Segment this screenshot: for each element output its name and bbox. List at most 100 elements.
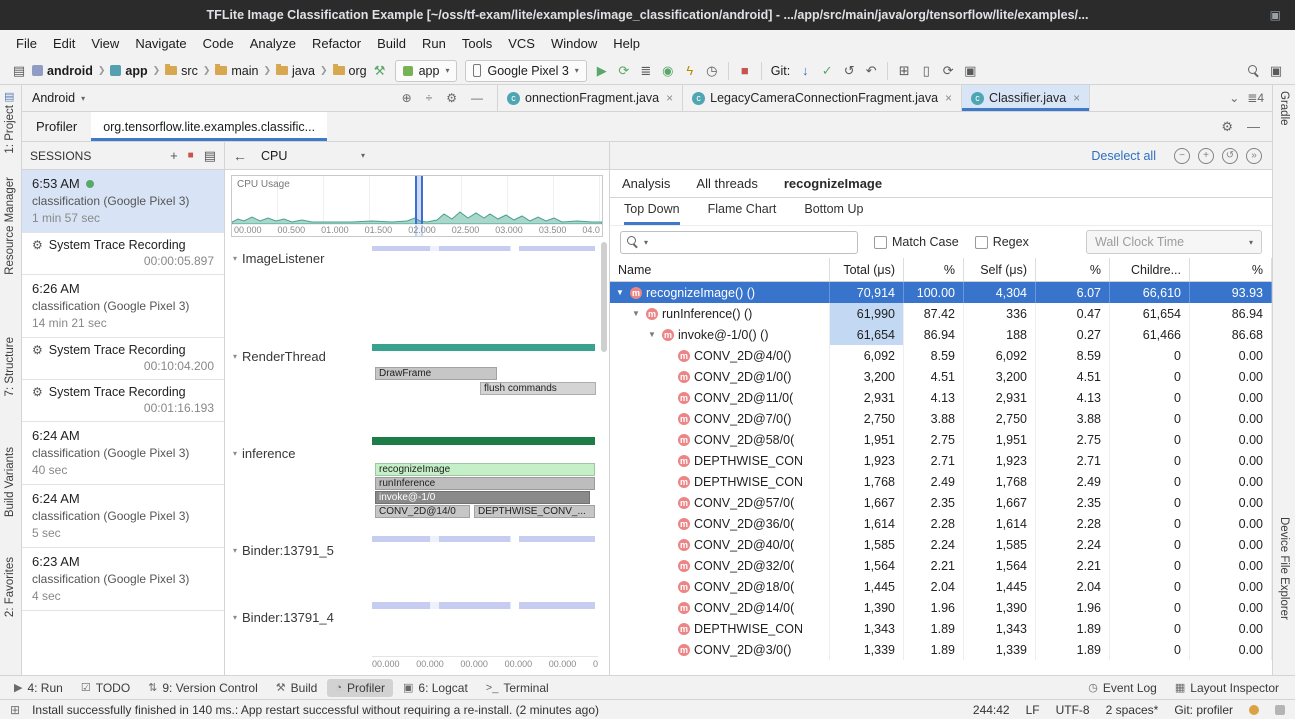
table-row[interactable]: ▼mrunInference() () 61,990 87.42 336 0.4… [610,303,1272,324]
apply-changes-button[interactable]: ⟳ [613,60,635,82]
table-row[interactable]: mDEPTHWISE_CON 1,343 1.89 1,343 1.89 0 0… [610,618,1272,639]
clock-type-dropdown[interactable]: Wall Clock Time ▾ [1086,230,1262,254]
thread-row-renderthread[interactable]: ▾ RenderThread [233,349,326,364]
expand-arrow-icon[interactable]: ▼ [632,309,644,318]
column-header[interactable]: Name [610,258,830,281]
thread-row-inference[interactable]: ▾ inference [233,446,296,461]
recording-item[interactable]: ⚙ System Trace Recording 00:10:04.200 [22,338,224,380]
match-case-checkbox[interactable]: Match Case [874,235,959,249]
session-item[interactable]: 6:53 AM classification (Google Pixel 3) … [22,170,224,233]
tool-window-resource-manager[interactable]: Resource Manager [4,177,16,275]
collapse-icon[interactable]: ▾ [233,613,237,622]
table-row[interactable]: mCONV_2D@58/0( 1,951 2.75 1,951 2.75 0 0… [610,429,1272,450]
apply-code-changes-button[interactable]: ϟ [679,60,701,82]
zoom-to-selection-icon[interactable]: » [1246,148,1262,164]
add-session-icon[interactable]: + [170,148,178,163]
table-row[interactable]: mCONV_2D@32/0( 1,564 2.21 1,564 2.21 0 0… [610,555,1272,576]
settings-icon[interactable]: ⚙ [1221,119,1233,135]
collapse-icon[interactable]: ▾ [233,449,237,458]
trace-event-drawframe[interactable]: DrawFrame [375,367,497,380]
collapse-icon[interactable]: ▾ [233,254,237,263]
thread-row-imagelistener[interactable]: ▾ ImageListener [233,251,324,266]
close-tab-icon[interactable]: × [945,91,952,105]
menu-window[interactable]: Window [543,33,605,54]
editor-tab[interactable]: c Classifier.java × [962,85,1090,111]
run-button[interactable]: ▶ [591,60,613,82]
run-configuration-dropdown[interactable]: app ▾ [395,60,458,82]
locate-file-icon[interactable]: ⊕ [398,91,416,105]
menu-file[interactable]: File [8,33,45,54]
table-row[interactable]: mCONV_2D@18/0( 1,445 2.04 1,445 2.04 0 0… [610,576,1272,597]
tool-window-button-version-control[interactable]: ⇅9: Version Control [140,679,266,697]
table-row[interactable]: mCONV_2D@14/0( 1,390 1.96 1,390 1.96 0 0… [610,597,1272,618]
tool-window-build-variants[interactable]: Build Variants [4,447,16,517]
tool-window-project[interactable]: 1: Project [4,105,16,154]
trace-event-runinference[interactable]: runInference [375,477,595,490]
subtab-bottom-up[interactable]: Bottom Up [804,202,863,225]
stop-session-icon[interactable]: ■ [188,150,194,161]
hide-panel-icon[interactable]: — [1247,119,1260,135]
recording-item[interactable]: ⚙ System Trace Recording 00:01:16.193 [22,380,224,422]
trace-event-flush-commands[interactable]: flush commands [480,382,596,395]
table-row[interactable]: mCONV_2D@7/0() 2,750 3.88 2,750 3.88 0 0… [610,408,1272,429]
table-row[interactable]: mCONV_2D@11/0( 2,931 4.13 2,931 4.13 0 0… [610,387,1272,408]
git-rollback-button[interactable]: ↶ [860,60,882,82]
cpu-usage-chart[interactable]: CPU Usage 00.00000.50001.00001.50002.000… [231,175,603,237]
filter-input[interactable] [653,235,851,249]
menu-navigate[interactable]: Navigate [127,33,194,54]
table-row[interactable]: mCONV_2D@40/0( 1,585 2.24 1,585 2.24 0 0… [610,534,1272,555]
zoom-out-icon[interactable]: − [1174,148,1190,164]
tool-window-button-build[interactable]: ⚒Build [268,679,326,697]
menu-vcs[interactable]: VCS [500,33,543,54]
subtab-top-down[interactable]: Top Down [624,202,680,225]
tab-recognizeimage[interactable]: recognizeImage [784,176,882,191]
background-tasks-icon[interactable] [1275,705,1285,715]
session-item[interactable]: 6:24 AM classification (Google Pixel 3) … [22,485,224,548]
debug-button[interactable]: ◉ [657,60,679,82]
column-header[interactable]: Childre... [1110,258,1190,281]
tab-list-icon[interactable]: ≣4 [1247,91,1264,105]
device-dropdown[interactable]: Google Pixel 3 ▾ [465,60,586,82]
run-configurations-icon[interactable]: ≣ [635,60,657,82]
status-item[interactable]: 2 spaces* [1106,703,1159,717]
thread-activity-bar[interactable] [372,602,595,609]
column-header[interactable]: Total (μs) [830,258,904,281]
hide-panel-icon[interactable]: — [467,91,487,105]
device-manager-icon[interactable]: ▯ [915,60,937,82]
subtab-flame-chart[interactable]: Flame Chart [708,202,777,225]
menu-run[interactable]: Run [414,33,454,54]
breadcrumb-item[interactable]: app [108,64,149,78]
tool-window-favorites[interactable]: 2: Favorites [4,557,16,617]
stop-button[interactable]: ■ [734,60,756,82]
tool-window-button-logcat[interactable]: ▣6: Logcat [395,679,476,697]
breadcrumb-item[interactable]: main [213,64,260,78]
sdk-manager-icon[interactable]: ▣ [959,60,981,82]
project-strip-icon[interactable]: ▤ [4,90,14,103]
menu-view[interactable]: View [83,33,127,54]
notifications-icon[interactable] [1249,705,1259,715]
session-item[interactable]: 6:24 AM classification (Google Pixel 3) … [22,422,224,485]
status-message[interactable]: Install successfully finished in 140 ms.… [32,703,973,717]
settings-icon[interactable]: ⚙ [442,91,461,105]
thread-row-binder4[interactable]: ▾ Binder:13791_4 [233,610,334,625]
tab-all-threads[interactable]: All threads [696,176,757,191]
breadcrumb-item[interactable]: org [331,64,369,78]
status-item[interactable]: 244:42 [973,703,1010,717]
menu-tools[interactable]: Tools [454,33,500,54]
trace-event-invoke[interactable]: invoke@-1/0 [375,491,590,504]
breadcrumb-item[interactable]: java [274,64,317,78]
table-row[interactable]: ▼minvoke@-1/0() () 61,654 86.94 188 0.27… [610,324,1272,345]
tool-window-gradle[interactable]: Gradle [1278,91,1290,126]
tool-window-button-run[interactable]: ▶4: Run [6,679,71,697]
collapse-icon[interactable]: ▾ [233,352,237,361]
table-row[interactable]: mCONV_2D@36/0( 1,614 2.28 1,614 2.28 0 0… [610,513,1272,534]
thread-activity-bar[interactable] [372,344,595,351]
sync-project-icon[interactable]: ⟳ [937,60,959,82]
scrollbar[interactable] [601,242,607,352]
status-item[interactable]: UTF-8 [1056,703,1090,717]
chevron-down-icon[interactable]: ⌄ [1229,91,1239,105]
session-item[interactable]: 6:26 AM classification (Google Pixel 3) … [22,275,224,338]
table-row[interactable]: mDEPTHWISE_CON 1,923 2.71 1,923 2.71 0 0… [610,450,1272,471]
profile-button[interactable]: ◷ [701,60,723,82]
trace-event-depthwise-conv[interactable]: DEPTHWISE_CONV_... [474,505,595,518]
